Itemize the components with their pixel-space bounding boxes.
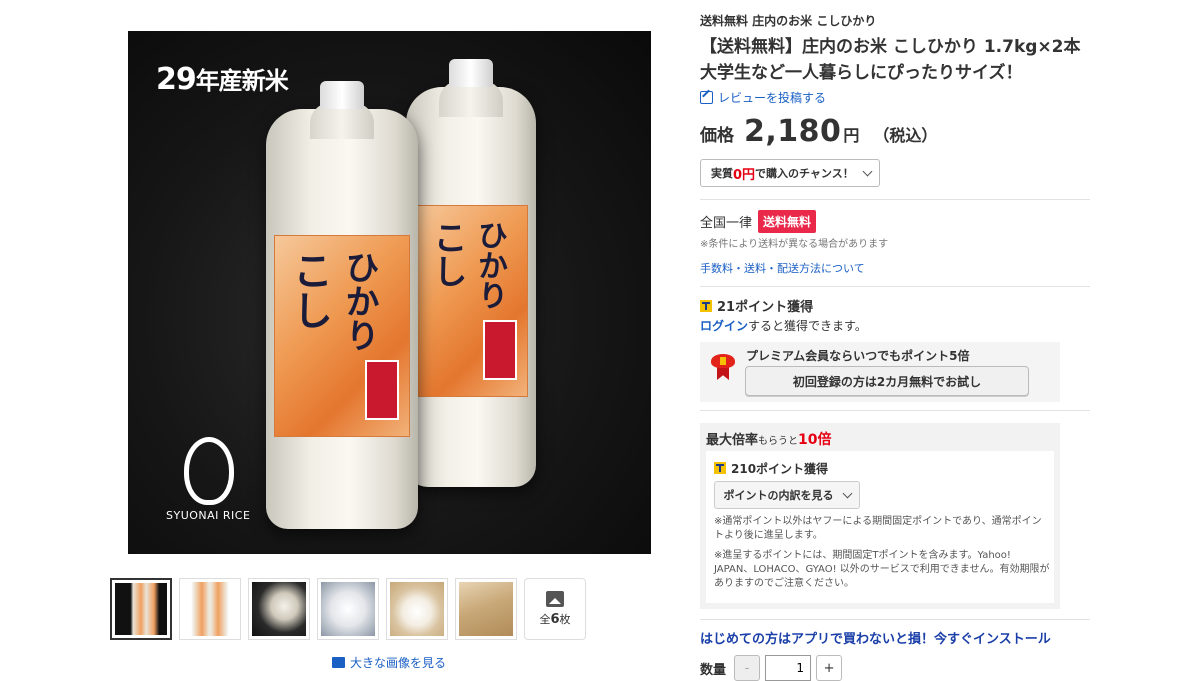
points-breakdown-label: ポイントの内訳を見る	[723, 489, 834, 502]
product-main-image[interactable]: 29年産新米 こし ひかり こし ひかり SYUONAI RICE	[128, 31, 651, 554]
bottle-label: こし ひかり	[414, 205, 528, 397]
zero-yen-chance-dropdown[interactable]: 実質 0円 で購入のチャンス！	[700, 159, 880, 187]
label-kanji-left: こし	[286, 250, 333, 330]
shipping-note: ※条件により送料が異なる場合があります	[700, 239, 889, 250]
points-earn-label: 21ポイント獲得	[717, 300, 814, 315]
thumbnail-1[interactable]	[110, 578, 172, 640]
shipping-row: 全国一律 送料無料	[700, 210, 817, 233]
badge-year: 29	[156, 62, 197, 97]
view-large-image-link[interactable]: 大きな画像を見る	[332, 654, 446, 671]
bottle-cap	[449, 59, 493, 87]
login-line: ログインすると獲得できます。	[700, 317, 867, 334]
logo-text: SYUONAI RICE	[166, 509, 251, 522]
label-kanji-left: こし	[427, 220, 467, 288]
price-row: 価格 2,180 円 （税込）	[700, 114, 937, 149]
ribbon-icon	[708, 350, 738, 380]
label-kanji-right: ひかり	[472, 220, 507, 310]
view-large-image-label: 大きな画像を見る	[350, 656, 447, 670]
label-kanji-right: ひかり	[339, 250, 379, 352]
app-install-banner[interactable]: はじめての方はアプリで買わないと損！今すぐインストール	[700, 628, 1051, 647]
max-rate-small: もらうと	[758, 436, 799, 447]
premium-trial-button[interactable]: 初回登録の方は2カ月無料でお試し	[745, 366, 1029, 396]
edit-icon	[700, 91, 713, 104]
image-icon	[332, 657, 345, 668]
divider	[700, 286, 1090, 287]
thumbnail-4[interactable]	[317, 578, 379, 640]
tpoint-icon	[700, 300, 712, 312]
max-rate-box: 最大倍率もらうと10倍 210ポイント獲得 ポイントの内訳を見る ※通常ポイント…	[700, 423, 1060, 609]
badge-text: 年産新米	[195, 67, 289, 95]
quantity-input[interactable]	[765, 655, 812, 681]
login-rest-text: すると獲得できます。	[748, 319, 867, 333]
max-rate-label: 最大倍率	[706, 433, 759, 448]
price-currency: 円	[843, 126, 860, 145]
points-note-1: ※通常ポイント以外はヤフーによる期間固定ポイントであり、通常ポイントより後に進呈…	[714, 516, 1042, 541]
quantity-stepper: 数量 - +	[700, 655, 843, 681]
points-earn: 21ポイント獲得	[700, 296, 813, 315]
rice-bottle-back: こし ひかり	[406, 59, 536, 487]
product-title: 【送料無料】庄内のお米 こしひかり 1.7kg×2本 大学生など一人暮らしにぴっ…	[700, 37, 1081, 83]
price-label: 価格	[700, 126, 734, 146]
divider	[700, 619, 1090, 620]
thumbnail-5[interactable]	[386, 578, 448, 640]
thumbnail-2[interactable]	[179, 578, 241, 640]
divider	[700, 199, 1090, 200]
quantity-minus-button[interactable]: -	[734, 655, 761, 681]
max-rate-detail: 210ポイント獲得 ポイントの内訳を見る ※通常ポイント以外はヤフーによる期間固…	[706, 451, 1054, 603]
premium-box: プレミアム会員ならいつでもポイント5倍 初回登録の方は2カ月無料でお試し	[700, 342, 1060, 402]
login-link[interactable]: ログイン	[700, 319, 748, 333]
syuonai-logo-icon	[184, 437, 234, 505]
thumbnail-3[interactable]	[248, 578, 310, 640]
all-images-count: 全6枚	[539, 612, 571, 627]
divider	[700, 410, 1090, 411]
chance-amount: 0円	[733, 167, 756, 183]
label-stamp	[483, 320, 517, 380]
points-note-2: ※進呈するポイントには、期間固定Tポイントを含みます。Yahoo! JAPAN、…	[714, 550, 1050, 589]
store-name-link[interactable]: 送料無料 庄内のお米 こしひかり	[700, 12, 876, 29]
price-value: 2,180	[744, 114, 842, 149]
shipping-region: 全国一律	[700, 216, 753, 231]
write-review-label: レビューを投稿する	[718, 91, 827, 105]
shipping-info-link[interactable]: 手数料・送料・配送方法について	[700, 260, 865, 276]
price-tax-note: （税込）	[873, 126, 938, 145]
points-breakdown-dropdown[interactable]: ポイントの内訳を見る	[714, 481, 860, 509]
thumbnail-strip: 全6枚	[110, 578, 586, 640]
image-gallery-icon	[546, 591, 564, 607]
max-rate-title: 最大倍率もらうと10倍	[706, 429, 832, 449]
chevron-down-icon	[862, 166, 873, 176]
max-points: 210ポイント獲得	[714, 460, 828, 477]
label-stamp	[365, 360, 399, 420]
premium-text: プレミアム会員ならいつでもポイント5倍	[746, 349, 970, 363]
write-review-link[interactable]: レビューを投稿する	[700, 89, 826, 106]
thumbnail-6[interactable]	[455, 578, 517, 640]
chance-prefix: 実質	[711, 167, 733, 180]
all-images-button[interactable]: 全6枚	[524, 578, 586, 640]
new-rice-badge: 29年産新米	[156, 61, 289, 97]
tpoint-icon	[714, 462, 726, 474]
bottle-cap	[320, 81, 364, 109]
rice-bottle-front: こし ひかり	[266, 81, 418, 529]
max-points-label: 210ポイント獲得	[731, 462, 829, 476]
bottle-label: こし ひかり	[274, 235, 410, 437]
chance-suffix: で購入のチャンス！	[755, 167, 854, 180]
max-rate-value: 10倍	[798, 432, 832, 448]
chevron-down-icon	[842, 488, 852, 498]
free-shipping-badge: 送料無料	[758, 210, 817, 233]
quantity-plus-button[interactable]: +	[816, 655, 843, 681]
